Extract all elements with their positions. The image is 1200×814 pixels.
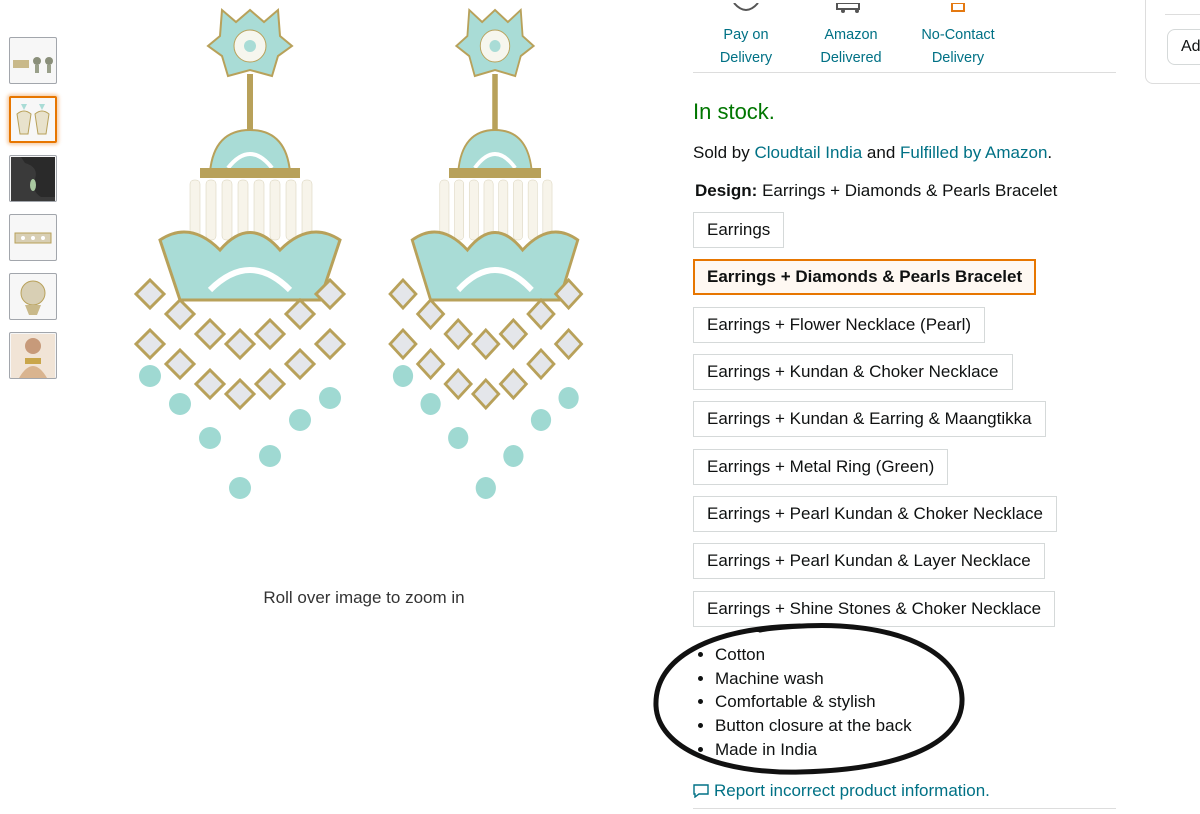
sold-by-middle: and — [862, 143, 900, 162]
report-link-text: Report incorrect product information. — [714, 781, 990, 800]
thumbnail-3[interactable] — [9, 155, 57, 202]
feature-bullet: Cotton — [715, 643, 912, 667]
amazon-delivered-line2: Delivered — [820, 50, 882, 66]
pay-on-delivery-badge[interactable]: Pay on Delivery — [696, 0, 796, 70]
feature-bullet: Button closure at the back — [715, 714, 912, 738]
design-option[interactable]: Earrings + Pearl Kundan & Layer Necklace — [693, 543, 1045, 579]
design-selection: Design: Earrings + Diamonds & Pearls Bra… — [695, 181, 1057, 201]
product-main-image[interactable] — [110, 0, 630, 560]
sold-by-suffix: . — [1047, 143, 1053, 162]
divider — [693, 808, 1116, 809]
design-option-selected[interactable]: Earrings + Diamonds & Pearls Bracelet — [693, 259, 1037, 295]
design-option[interactable]: Earrings + Kundan & Earring & Maangtikka — [693, 401, 1046, 437]
no-contact-line1: No-Contact — [921, 27, 995, 43]
design-option[interactable]: Earrings + Pearl Kundan & Choker Necklac… — [693, 496, 1057, 532]
amazon-delivered-line1: Amazon — [824, 27, 878, 43]
design-option[interactable]: Earrings — [693, 212, 785, 248]
feature-bullet: Machine wash — [715, 667, 912, 691]
zoom-hint: Roll over image to zoom in — [263, 588, 465, 607]
sold-by-prefix: Sold by — [693, 143, 755, 162]
design-option[interactable]: Earrings + Kundan & Choker Necklace — [693, 354, 1013, 390]
availability-status: In stock. — [693, 99, 775, 124]
feature-bullets: Cotton Machine wash Comfortable & stylis… — [693, 643, 912, 762]
thumbnail-2-selected[interactable] — [9, 96, 57, 143]
design-option[interactable]: Earrings + Metal Ring (Green) — [693, 449, 949, 485]
thumbnail-6[interactable] — [9, 332, 57, 379]
sold-by-line: Sold by Cloudtail India and Fulfilled by… — [693, 143, 1052, 163]
design-selected-value: Earrings + Diamonds & Pearls Bracelet — [762, 181, 1058, 200]
thumbnail-1[interactable] — [9, 37, 57, 84]
thumbnail-5[interactable] — [9, 273, 57, 320]
truck-icon — [811, 0, 891, 24]
pay-on-delivery-icon — [696, 0, 796, 24]
thumbnail-strip — [9, 37, 61, 391]
amazon-delivered-badge[interactable]: Amazon Delivered — [811, 0, 891, 70]
comment-icon — [693, 784, 709, 798]
design-option[interactable]: Earrings + Flower Necklace (Pearl) — [693, 307, 986, 343]
report-incorrect-info[interactable]: Report incorrect product information. — [693, 781, 990, 801]
no-contact-line2: Delivery — [931, 50, 985, 66]
divider — [1165, 14, 1200, 15]
feature-bullet: Comfortable & stylish — [715, 690, 912, 714]
add-button[interactable]: Ad — [1167, 29, 1200, 65]
box-icon — [913, 0, 1003, 24]
feature-bullet: Made in India — [715, 738, 912, 762]
delivery-badges: Pay on Delivery Amazon Delivered No-Cont… — [693, 0, 1116, 73]
seller-link[interactable]: Cloudtail India — [754, 143, 862, 162]
pay-on-delivery-label: Pay on Delivery — [719, 27, 773, 66]
thumbnail-4[interactable] — [9, 214, 57, 261]
design-option[interactable]: Earrings + Shine Stones & Choker Necklac… — [693, 591, 1056, 627]
fulfilled-link[interactable]: Fulfilled by Amazon — [900, 143, 1047, 162]
design-label: Design: — [695, 181, 758, 200]
no-contact-delivery-badge[interactable]: No-Contact Delivery — [913, 0, 1003, 70]
